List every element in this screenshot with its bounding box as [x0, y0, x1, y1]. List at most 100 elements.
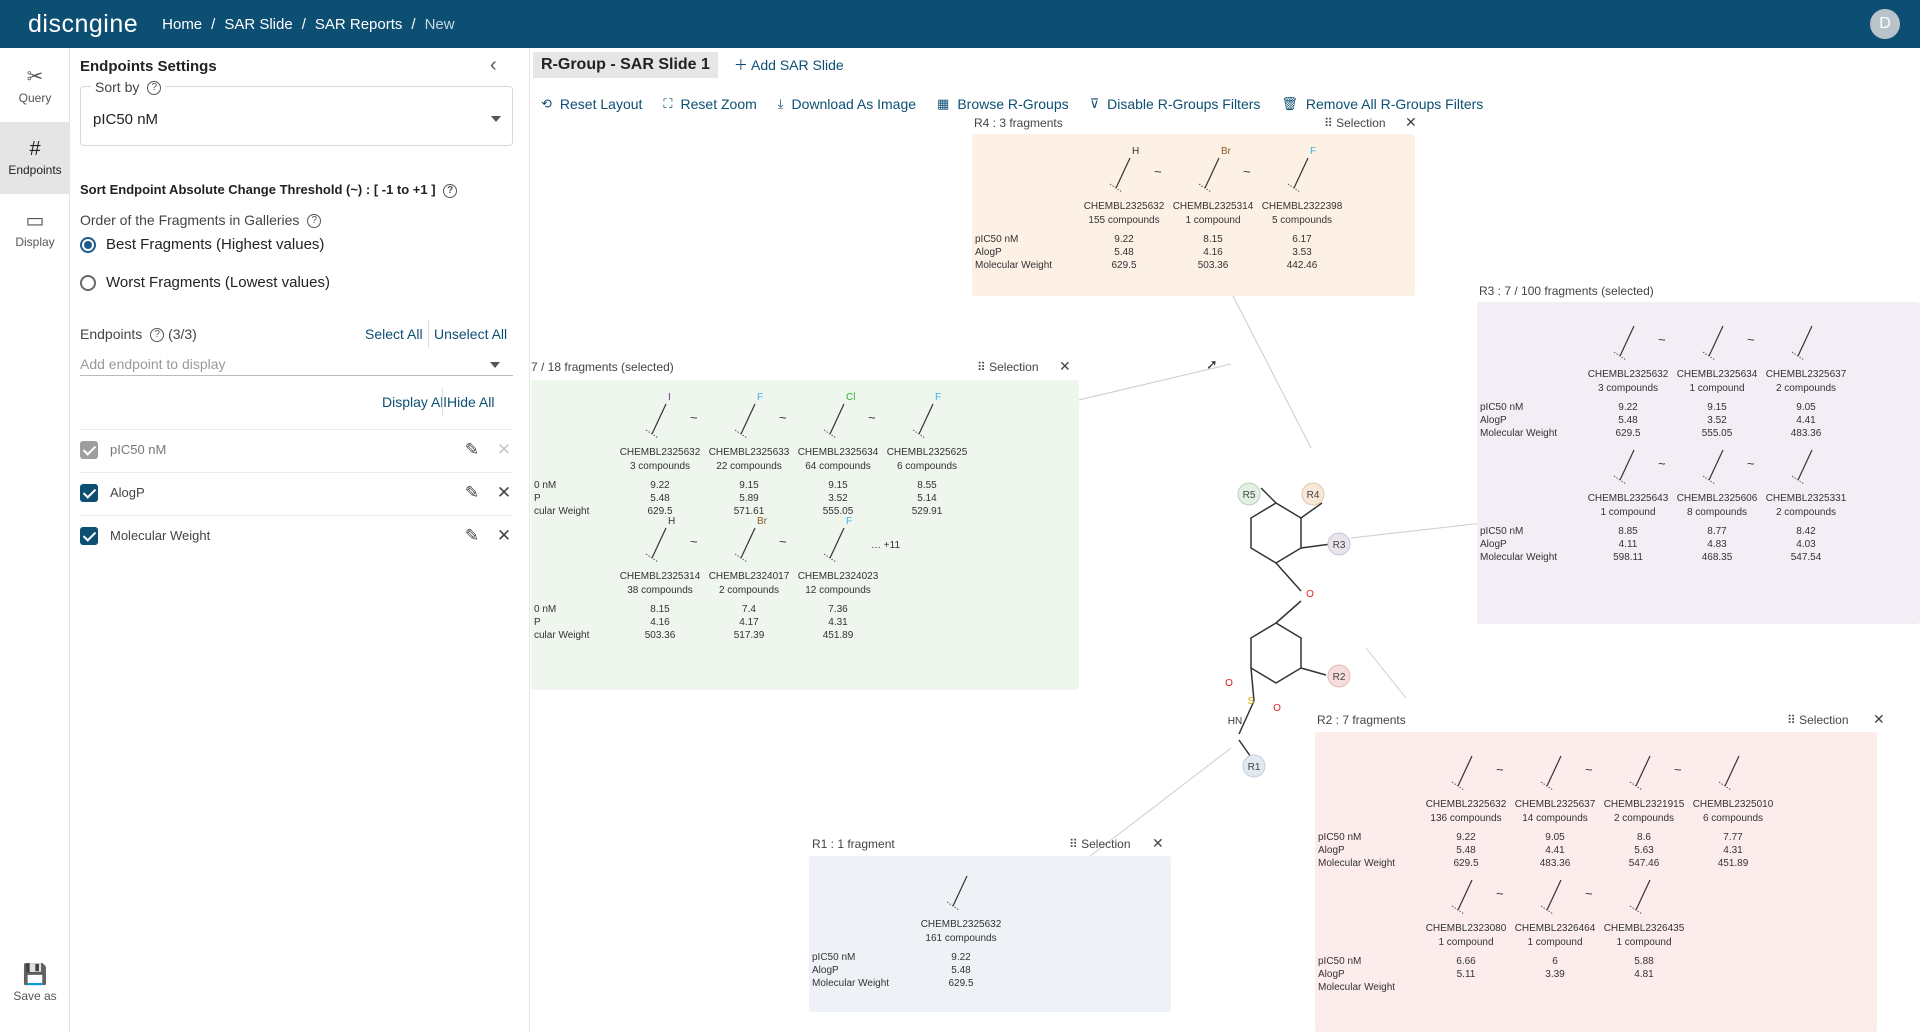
order-option-worst[interactable]: Worst Fragments (Lowest values): [80, 274, 330, 292]
rail-item-save-as[interactable]: 💾 Save as: [0, 948, 70, 1020]
radio-unselected-icon[interactable]: [80, 275, 96, 292]
fragment-structure: [1629, 879, 1651, 915]
fragment-structure: [1702, 449, 1724, 485]
fragment-structure-wrap: [906, 856, 1016, 918]
atom-label: I: [668, 392, 671, 403]
endpoint-row-molecular-weight: Molecular Weight ✎ ✕: [80, 515, 513, 555]
breadcrumb-sar-reports[interactable]: SAR Reports: [315, 16, 403, 33]
fragment-endpoint-value: 451.89: [822, 630, 854, 641]
order-option-worst-label: Worst Fragments (Lowest values): [106, 274, 330, 291]
sar-canvas[interactable]: R-Group - SAR Slide 1 ＋ Add SAR Slide ⟲ R…: [531, 48, 1920, 1032]
help-icon[interactable]: ?: [443, 183, 458, 198]
fragment-endpoint-value: 442.46: [1286, 260, 1318, 271]
fragment-structure: F: [1287, 146, 1316, 193]
rail-item-label: Save as: [13, 989, 57, 1003]
endpoints-settings-panel: Endpoints Settings ‹ Sort by ? pIC50 nM …: [70, 48, 530, 1032]
hide-all-link[interactable]: Hide All: [447, 394, 494, 410]
atom-label: F: [935, 392, 941, 403]
fragment-structure: [1718, 755, 1740, 791]
close-icon[interactable]: ✕: [1152, 835, 1164, 852]
rail-item-label: Query: [18, 91, 52, 105]
sulfonyl-oxygen: O: [1225, 678, 1233, 689]
sort-by-select[interactable]: Sort by ? pIC50 nM: [80, 79, 513, 146]
connector-r4: [1230, 291, 1312, 449]
help-icon[interactable]: ?: [150, 328, 165, 343]
radio-selected-icon[interactable]: [80, 237, 96, 254]
r5-selection-button[interactable]: ⠿ Selection: [977, 360, 1039, 374]
breadcrumb-sar-slide[interactable]: SAR Slide: [224, 16, 292, 33]
close-icon[interactable]: ✕: [495, 526, 513, 546]
fragment-structure-wrap: F: [1247, 138, 1357, 200]
breadcrumb-home[interactable]: Home: [162, 16, 202, 33]
sort-by-label-text: Sort by: [95, 79, 140, 95]
fragment-chembl-id: CHEMBL2325010: [1692, 799, 1774, 810]
fragment-tile[interactable]: CHEMBL2325010 6 compounds: [1678, 736, 1788, 826]
fragment-structure: I: [645, 392, 671, 439]
selection-label: Selection: [1799, 713, 1849, 727]
close-icon[interactable]: ✕: [1405, 114, 1417, 131]
r1-card[interactable]: CHEMBL2325632 161 compounds 9.22 5.48 629.5 p…: [809, 856, 1171, 1012]
select-all-link[interactable]: Select All: [365, 326, 423, 342]
fragment-tile[interactable]: CHEMBL2325637 2 compounds: [1751, 306, 1861, 396]
endpoints-count: (3/3): [168, 326, 197, 342]
endpoint-row-label: Molecular Weight: [1318, 858, 1396, 869]
endpoint-row-label: Molecular Weight: [1480, 428, 1558, 439]
endpoint-row-label: Molecular Weight: [975, 260, 1053, 271]
close-icon[interactable]: ✕: [1059, 358, 1071, 375]
fragment-tile[interactable]: F CHEMBL2325625 6 compounds: [872, 384, 982, 474]
fragment-chembl-id: CHEMBL2326435: [1603, 923, 1685, 934]
r4-selection-button[interactable]: ⠿ Selection: [1324, 116, 1386, 130]
pencil-icon[interactable]: ✎: [463, 526, 481, 546]
fragment-tile[interactable]: CHEMBL2326435 1 compound: [1589, 860, 1699, 950]
unselect-all-link[interactable]: Unselect All: [434, 326, 507, 342]
help-icon[interactable]: ?: [147, 81, 162, 96]
fragment-structure-wrap: [1589, 860, 1699, 922]
rail-item-label: Endpoints: [8, 163, 62, 177]
atom-label: Cl: [846, 392, 855, 403]
fragment-tile[interactable]: CHEMBL2325331 2 compounds: [1751, 430, 1861, 520]
order-option-best[interactable]: Best Fragments (Highest values): [80, 236, 324, 254]
fragment-structure-wrap: F: [872, 384, 982, 446]
rail-item-display[interactable]: ▭ Display: [0, 194, 70, 266]
r3-card[interactable]: CHEMBL2325632 3 compounds 9.22 5.48 629.5 ~ CH…: [1477, 302, 1920, 624]
endpoint-checkbox[interactable]: [80, 440, 98, 459]
r2-card[interactable]: CHEMBL2325632 136 compounds 9.22 5.48 629.5 ~…: [1315, 732, 1877, 1032]
endpoint-label: AlogP: [110, 485, 145, 500]
endpoint-row-label: cular Weight: [534, 506, 590, 517]
fragment-chembl-id: CHEMBL2325625: [886, 447, 968, 458]
fragment-tile[interactable]: CHEMBL2325632 161 compounds: [906, 856, 1016, 946]
pencil-icon[interactable]: ✎: [463, 440, 481, 460]
order-row: Order of the Fragments in Galleries ?: [80, 212, 322, 229]
endpoint-label: Molecular Weight: [110, 528, 211, 543]
threshold-label: Sort Endpoint Absolute Change Threshold …: [80, 182, 436, 197]
fragment-structure: H: [1109, 146, 1139, 193]
close-icon: ✕: [496, 439, 512, 459]
fragment-tile[interactable]: F CHEMBL2322398 5 compounds: [1247, 138, 1357, 228]
rail-item-query[interactable]: ✂ Query: [0, 50, 70, 122]
fragment-tile[interactable]: F CHEMBL2324023 12 compounds: [783, 508, 893, 598]
user-avatar[interactable]: D: [1870, 9, 1900, 39]
endpoint-checkbox[interactable]: [80, 483, 98, 502]
r4-card[interactable]: H CHEMBL2325632 155 compounds 9.22 5.48 629.5…: [972, 134, 1415, 296]
sort-by-label: Sort by ?: [91, 79, 166, 96]
rail-item-endpoints[interactable]: # Endpoints: [0, 122, 70, 194]
endpoint-checkbox[interactable]: [80, 526, 98, 545]
help-icon[interactable]: ?: [307, 214, 322, 229]
fragment-compound-count: 161 compounds: [925, 933, 997, 944]
fragment-structure: [1702, 325, 1724, 361]
atom-label: F: [846, 516, 852, 527]
r5-card[interactable]: I CHEMBL2325632 3 compounds 9.22 5.48 629.5 ~ F…: [531, 380, 1079, 690]
more-fragments-badge[interactable]: … +11: [871, 538, 900, 553]
app-logo[interactable]: discngine: [28, 10, 138, 39]
fragment-structure: [1451, 879, 1473, 915]
close-icon[interactable]: ✕: [1873, 711, 1885, 728]
fragment-structure-wrap: [1678, 736, 1788, 798]
close-icon[interactable]: ✕: [495, 483, 513, 503]
connector-r2: [1365, 647, 1407, 699]
collapse-panel-button[interactable]: ‹: [490, 54, 497, 77]
r1-selection-button[interactable]: ⠿ Selection: [1069, 837, 1131, 851]
r2-selection-button[interactable]: ⠿ Selection: [1787, 713, 1849, 727]
add-endpoint-select[interactable]: Add endpoint to display: [80, 348, 513, 376]
pencil-icon[interactable]: ✎: [463, 483, 481, 503]
display-all-link[interactable]: Display All: [382, 394, 447, 410]
